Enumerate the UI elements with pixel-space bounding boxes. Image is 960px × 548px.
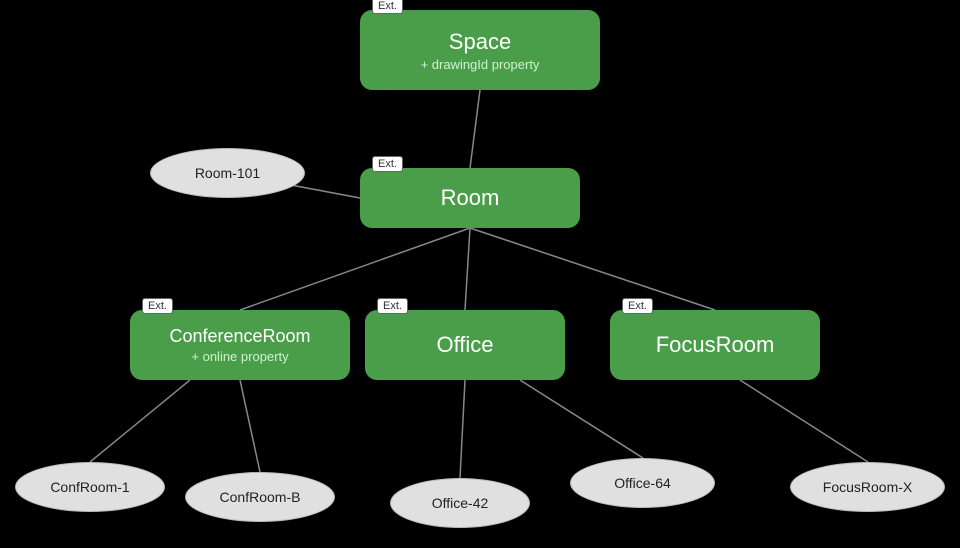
space-sub: + drawingId property [421, 57, 540, 72]
conf-room-ext-badge: Ext. [142, 298, 173, 314]
conf-room-1-label: ConfRoom-1 [50, 479, 129, 495]
conf-room-sub: + online property [191, 349, 288, 364]
office-64-label: Office-64 [614, 475, 671, 491]
office-node: Ext. Office [365, 310, 565, 380]
space-ext-badge: Ext. [372, 0, 403, 14]
office-title: Office [436, 332, 493, 358]
conf-room-b-label: ConfRoom-B [220, 489, 301, 505]
focus-room-x-oval: FocusRoom-X [790, 462, 945, 512]
focus-room-node: Ext. FocusRoom [610, 310, 820, 380]
space-title: Space [449, 29, 511, 55]
conf-room-title: ConferenceRoom [169, 326, 310, 347]
conference-room-node: Ext. ConferenceRoom + online property [130, 310, 350, 380]
office-42-label: Office-42 [432, 495, 489, 511]
conf-room-b-oval: ConfRoom-B [185, 472, 335, 522]
office-64-oval: Office-64 [570, 458, 715, 508]
space-node: Ext. Space + drawingId property [360, 10, 600, 90]
room-101-oval: Room-101 [150, 148, 305, 198]
diagram: Ext. Space + drawingId property Ext. Roo… [0, 0, 960, 548]
room-title: Room [441, 185, 500, 211]
focus-room-x-label: FocusRoom-X [823, 479, 912, 495]
office-ext-badge: Ext. [377, 298, 408, 314]
office-42-oval: Office-42 [390, 478, 530, 528]
room-node: Ext. Room [360, 168, 580, 228]
focus-room-ext-badge: Ext. [622, 298, 653, 314]
room-ext-badge: Ext. [372, 156, 403, 172]
conf-room-1-oval: ConfRoom-1 [15, 462, 165, 512]
focus-room-title: FocusRoom [656, 332, 775, 358]
room-101-label: Room-101 [195, 165, 260, 181]
